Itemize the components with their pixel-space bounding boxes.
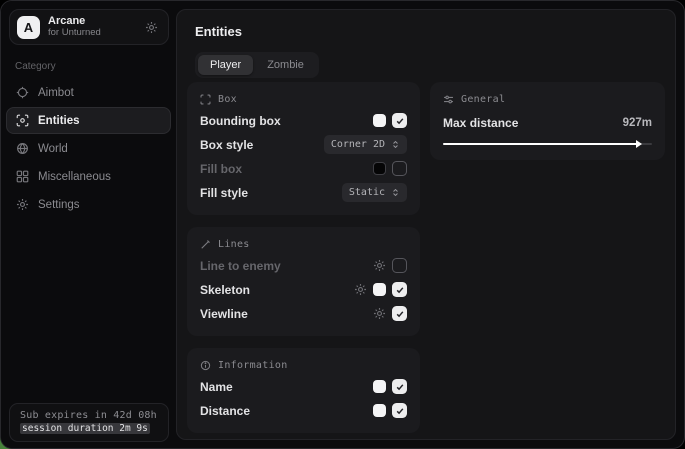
checkbox-unchecked[interactable] [392, 258, 407, 273]
setting-row-box-style: Box style Corner 2D [200, 134, 407, 155]
sidebar-item-label: Settings [38, 199, 80, 211]
chevrons-up-down-icon [391, 188, 400, 197]
section-title: Box [218, 94, 237, 105]
gear-icon [16, 198, 29, 211]
left-column: Box Bounding box Box [187, 82, 420, 433]
general-section-header: General [443, 94, 652, 105]
tab-player[interactable]: Player [198, 55, 253, 75]
setting-label: Name [200, 380, 233, 394]
page-title: Entities [195, 24, 242, 39]
slider-fill-and-thumb[interactable] [443, 143, 637, 145]
section-title: Information [218, 360, 288, 371]
sliders-icon [443, 94, 454, 105]
screen: A Arcane for Unturned Category [0, 0, 685, 449]
color-swatch[interactable] [373, 283, 386, 296]
setting-label: Line to enemy [200, 259, 281, 273]
section-title: Lines [218, 239, 250, 250]
box-style-dropdown[interactable]: Corner 2D [324, 135, 407, 154]
gear-icon[interactable] [373, 307, 386, 320]
setting-label: Max distance [443, 116, 518, 130]
sidebar-item-miscellaneous[interactable]: Miscellaneous [6, 163, 171, 190]
scan-icon [16, 114, 29, 127]
checkbox-checked[interactable] [392, 113, 407, 128]
sidebar: A Arcane for Unturned Category [1, 1, 176, 448]
app-subtitle: for Unturned [48, 28, 137, 39]
max-distance-slider[interactable] [443, 140, 652, 148]
box-section-header: Box [200, 94, 407, 105]
dropdown-value: Corner 2D [331, 139, 385, 150]
setting-row-fill-box: Fill box [200, 158, 407, 179]
pencil-line-icon [200, 239, 211, 250]
session-duration-text: session duration 2m 9s [20, 423, 158, 434]
sidebar-item-label: Miscellaneous [38, 171, 111, 183]
lines-section-header: Lines [200, 239, 407, 250]
box-section: Box Bounding box Box [187, 82, 420, 215]
setting-label: Box style [200, 138, 253, 152]
entity-tabs: Player Zombie [195, 52, 319, 78]
sidebar-item-aimbot[interactable]: Aimbot [6, 79, 171, 106]
gear-icon[interactable] [373, 259, 386, 272]
brand-text: Arcane for Unturned [48, 15, 137, 39]
setting-row-viewline: Viewline [200, 303, 407, 324]
general-section: General Max distance 927m [430, 82, 665, 160]
sidebar-item-label: World [38, 143, 68, 155]
main-panel: Entities Player Zombie [176, 9, 676, 440]
checkbox-checked[interactable] [392, 306, 407, 321]
setting-row-fill-style: Fill style Static [200, 182, 407, 203]
lines-section: Lines Line to enemy [187, 227, 420, 336]
globe-icon [16, 142, 29, 155]
grid-icon [16, 170, 29, 183]
checkbox-unchecked[interactable] [392, 161, 407, 176]
sidebar-item-label: Aimbot [38, 87, 74, 99]
information-section: Information Name Dis [187, 348, 420, 433]
sidebar-item-world[interactable]: World [6, 135, 171, 162]
sidebar-item-entities[interactable]: Entities [6, 107, 171, 134]
sidebar-item-settings[interactable]: Settings [6, 191, 171, 218]
checkbox-checked[interactable] [392, 282, 407, 297]
dropdown-value: Static [349, 187, 385, 198]
sidebar-item-label: Entities [38, 115, 80, 127]
setting-label: Bounding box [200, 114, 281, 128]
color-swatch[interactable] [373, 162, 386, 175]
chevrons-up-down-icon [391, 140, 400, 149]
category-label: Category [15, 61, 176, 72]
section-title: General [461, 94, 505, 105]
color-swatch[interactable] [373, 380, 386, 393]
app-logo: A [17, 16, 40, 39]
checkbox-checked[interactable] [392, 403, 407, 418]
sidebar-nav: Aimbot Entities [1, 79, 176, 218]
color-swatch[interactable] [373, 114, 386, 127]
gear-icon[interactable] [145, 21, 158, 34]
checkbox-checked[interactable] [392, 379, 407, 394]
app-window: A Arcane for Unturned Category [0, 0, 685, 449]
setting-label: Fill box [200, 162, 242, 176]
setting-label: Skeleton [200, 283, 250, 297]
settings-columns: Box Bounding box Box [187, 82, 665, 433]
max-distance-value: 927m [623, 117, 652, 129]
color-swatch[interactable] [373, 404, 386, 417]
info-icon [200, 360, 211, 371]
app-title: Arcane [48, 15, 137, 28]
fill-style-dropdown[interactable]: Static [342, 183, 407, 202]
setting-row-name: Name [200, 376, 407, 397]
setting-row-max-distance: Max distance 927m [443, 112, 652, 133]
right-column: General Max distance 927m [430, 82, 665, 160]
crosshair-icon [16, 86, 29, 99]
setting-row-distance: Distance [200, 400, 407, 421]
gear-icon[interactable] [354, 283, 367, 296]
tab-zombie[interactable]: Zombie [255, 55, 316, 75]
setting-row-bounding-box: Bounding box [200, 110, 407, 131]
corners-icon [200, 94, 211, 105]
setting-label: Fill style [200, 186, 248, 200]
setting-label: Viewline [200, 307, 248, 321]
subscription-info-card: Sub expires in 42d 08h session duration … [9, 403, 169, 442]
sub-expiry-text: Sub expires in 42d 08h [20, 410, 158, 421]
brand-card: A Arcane for Unturned [9, 9, 169, 45]
information-section-header: Information [200, 360, 407, 371]
setting-row-skeleton: Skeleton [200, 279, 407, 300]
setting-label: Distance [200, 404, 250, 418]
setting-row-line-to-enemy: Line to enemy [200, 255, 407, 276]
